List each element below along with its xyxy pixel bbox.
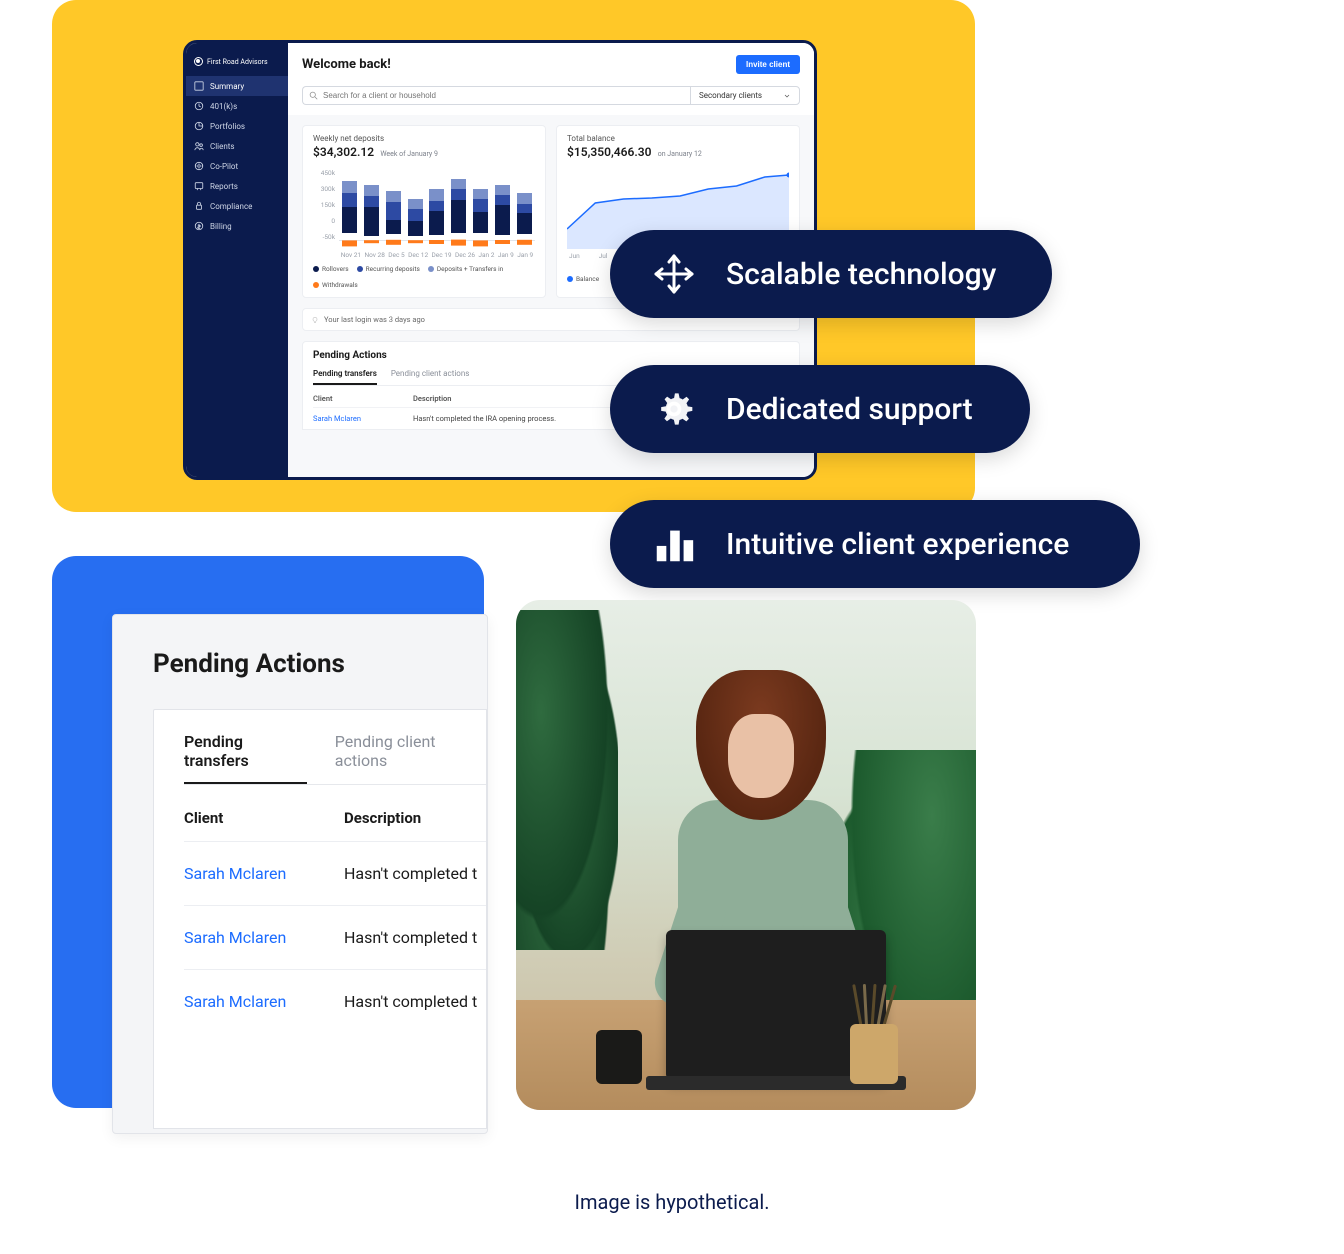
billing-icon [194, 221, 204, 231]
tab-pending-client-actions[interactable]: Pending client actions [391, 369, 470, 385]
plant-left [516, 610, 618, 950]
sidebar-item-label: Billing [210, 222, 232, 231]
dropdown-label: Secondary clients [699, 91, 762, 100]
sidebar-item-clients[interactable]: Clients [186, 136, 288, 156]
arrows-expand-icon [650, 250, 698, 298]
compliance-icon [194, 201, 204, 211]
search-input[interactable] [323, 91, 684, 100]
deposits-sub: Week of January 9 [380, 150, 438, 158]
brand: First Road Advisors [186, 53, 288, 76]
client-link[interactable]: Sarah Mclaren [184, 928, 344, 947]
sidebar-item-label: Clients [210, 142, 235, 151]
sidebar: First Road Advisors Summary 401(k)s Port… [186, 43, 288, 477]
image-caption: Image is hypothetical. [0, 1190, 1344, 1214]
brand-name: First Road Advisors [207, 58, 268, 66]
table-row: Sarah Mclaren Hasn't completed t [184, 969, 486, 1033]
login-note-text: Your last login was 3 days ago [324, 315, 425, 324]
bars-area [339, 169, 535, 241]
deposits-bar-chart: 450k 300k 150k 0 -50k Nov 21Nov 28Dec 5D… [313, 169, 535, 259]
pill-scalable-technology: Scalable technology [610, 230, 1052, 318]
pens [852, 984, 896, 1026]
chevron-down-icon [783, 92, 791, 100]
search-row: Secondary clients [288, 86, 814, 115]
sidebar-item-billing[interactable]: Billing [186, 216, 288, 236]
pill-dedicated-support: Dedicated support [610, 365, 1030, 453]
bar-legend: Rollovers Recurring deposits Deposits + … [313, 265, 535, 289]
reports-icon [194, 181, 204, 191]
invite-client-button[interactable]: Invite client [736, 55, 800, 74]
clients-icon [194, 141, 204, 151]
balance-sub: on January 12 [658, 150, 702, 158]
sidebar-item-label: Summary [210, 82, 244, 91]
sidebar-item-label: Co-Pilot [210, 162, 238, 171]
col-client: Client [313, 394, 413, 403]
gear-icon [650, 385, 698, 433]
secondary-clients-dropdown[interactable]: Secondary clients [690, 86, 800, 105]
bar-y-labels: 450k 300k 150k 0 -50k [313, 169, 335, 241]
pill-label: Intuitive client experience [726, 527, 1069, 562]
pill-label: Dedicated support [726, 392, 973, 427]
search-icon [309, 91, 318, 100]
sidebar-item-label: Portfolios [210, 122, 245, 131]
row-desc: Hasn't completed t [344, 992, 486, 1011]
brand-icon [194, 57, 203, 66]
card-title: Total balance [567, 134, 789, 143]
col-description: Description [344, 809, 486, 827]
pending-big-head: Client Description [184, 785, 486, 841]
col-client: Client [184, 809, 344, 827]
client-link[interactable]: Sarah Mclaren [184, 992, 344, 1011]
sidebar-item-401k[interactable]: 401(k)s [186, 96, 288, 116]
lifestyle-photo [516, 600, 976, 1110]
pill-client-experience: Intuitive client experience [610, 500, 1140, 588]
pending-big-tabs: Pending transfers Pending client actions [184, 732, 486, 785]
portfolios-icon [194, 121, 204, 131]
sidebar-item-reports[interactable]: Reports [186, 176, 288, 196]
summary-icon [194, 81, 204, 91]
tab-pending-transfers[interactable]: Pending transfers [313, 369, 377, 385]
pending-big-title: Pending Actions [153, 649, 487, 679]
sidebar-item-summary[interactable]: Summary [186, 76, 288, 96]
sidebar-item-label: Compliance [210, 202, 252, 211]
bar-chart-icon [650, 520, 698, 568]
pending-big-card: Pending transfers Pending client actions… [153, 709, 487, 1129]
balance-value: $15,350,466.30 [567, 145, 651, 159]
pending-actions-panel: Pending Actions Pending transfers Pendin… [112, 614, 488, 1134]
bar-x-labels: Nov 21Nov 28Dec 5Dec 12Dec 19Dec 26Jan 2… [339, 251, 535, 259]
client-link[interactable]: Sarah Mclaren [184, 864, 344, 883]
sidebar-item-compliance[interactable]: Compliance [186, 196, 288, 216]
row-desc: Hasn't completed t [344, 864, 486, 883]
sidebar-item-label: Reports [210, 182, 238, 191]
copilot-icon [194, 161, 204, 171]
bulb-icon [311, 316, 319, 324]
sidebar-item-portfolios[interactable]: Portfolios [186, 116, 288, 136]
sidebar-item-copilot[interactable]: Co-Pilot [186, 156, 288, 176]
deposits-value: $34,302.12 [313, 145, 374, 159]
table-row: Sarah Mclaren Hasn't completed t [184, 905, 486, 969]
search-box[interactable] [302, 86, 690, 105]
weekly-deposits-card: Weekly net deposits $34,302.12 Week of J… [302, 125, 546, 298]
tab-pending-client-actions[interactable]: Pending client actions [335, 732, 486, 784]
card-title: Weekly net deposits [313, 134, 535, 143]
client-link[interactable]: Sarah Mclaren [313, 414, 413, 423]
401k-icon [194, 101, 204, 111]
page-title: Welcome back! [302, 57, 391, 72]
pen-holder [850, 1024, 898, 1084]
topbar: Welcome back! Invite client [288, 43, 814, 86]
table-row: Sarah Mclaren Hasn't completed t [184, 841, 486, 905]
row-desc: Hasn't completed t [344, 928, 486, 947]
sidebar-item-label: 401(k)s [210, 102, 237, 111]
cup [596, 1030, 642, 1084]
tab-pending-transfers[interactable]: Pending transfers [184, 732, 307, 784]
pill-label: Scalable technology [726, 257, 996, 292]
pending-title: Pending Actions [313, 350, 789, 361]
